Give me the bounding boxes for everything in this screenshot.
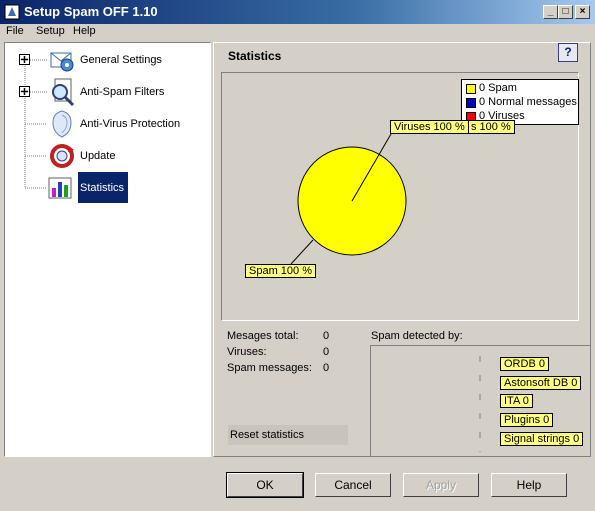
stat-value-viruses: 0 xyxy=(323,346,330,358)
stat-label-total: Mesages total: xyxy=(227,330,299,342)
detector-signal-strings: Signal strings 0 xyxy=(500,432,584,446)
cancel-button[interactable]: Cancel xyxy=(315,473,391,497)
magnifier-document-icon xyxy=(52,78,75,107)
expand-anti-spam-filters[interactable] xyxy=(19,86,30,97)
spam-detected-title: Spam detected by: xyxy=(371,330,463,342)
tree-item-statistics[interactable]: Statistics xyxy=(80,182,124,194)
stat-label-spam: Spam messages: xyxy=(227,362,312,374)
help-icon[interactable]: ? xyxy=(558,43,578,62)
expand-general-settings[interactable] xyxy=(19,54,30,65)
detector-ordb: ORDB 0 xyxy=(500,357,549,371)
stat-label-viruses: Viruses: xyxy=(227,346,267,358)
callout-spam: Spam 100 % xyxy=(245,264,316,278)
ok-button[interactable]: OK xyxy=(226,472,304,498)
window-title: Setup Spam OFF 1.10 xyxy=(24,4,158,19)
menu-bar: File Setup Help xyxy=(0,24,595,42)
reset-statistics-button[interactable]: Reset statistics xyxy=(228,425,348,445)
menu-setup[interactable]: Setup xyxy=(36,25,65,37)
detector-astonsoft-db: Astonsoft DB 0 xyxy=(500,376,582,390)
menu-file[interactable]: File xyxy=(6,25,24,37)
menu-help[interactable]: Help xyxy=(73,25,96,37)
statistics-icon xyxy=(48,177,72,199)
detector-ita: ITA 0 xyxy=(500,394,533,408)
tree-item-general-settings[interactable]: General Settings xyxy=(80,54,162,66)
close-button[interactable]: × xyxy=(575,5,590,19)
tree-lines xyxy=(24,59,47,189)
chart-legend: 0 Spam 0 Normal messages 0 Viruses xyxy=(461,79,579,125)
tree-item-update[interactable]: Update xyxy=(80,150,115,162)
setup-window: Setup Spam OFF 1.10 _ □ × File Setup Hel… xyxy=(0,0,595,511)
gear-envelope-icon xyxy=(50,52,74,72)
maximize-button[interactable]: □ xyxy=(558,5,573,19)
callout-normal: s 100 % xyxy=(467,120,515,134)
title-bar[interactable]: Setup Spam OFF 1.10 _ □ × xyxy=(0,0,595,24)
callout-line-spam xyxy=(290,239,314,265)
stat-value-spam: 0 xyxy=(323,362,330,374)
minimize-button[interactable]: _ xyxy=(543,5,558,19)
apply-button[interactable]: Apply xyxy=(403,473,479,497)
settings-tree: General Settings Anti-Spam Filters Anti-… xyxy=(4,42,211,457)
legend-entry-spam: 0 Spam xyxy=(479,82,517,94)
tree-item-anti-spam-filters[interactable]: Anti-Spam Filters xyxy=(80,86,164,98)
update-icon xyxy=(50,144,74,168)
detector-tick-marks xyxy=(479,356,481,452)
tree-item-anti-virus-protection[interactable]: Anti-Virus Protection xyxy=(80,118,180,130)
detector-plugins: Plugins 0 xyxy=(500,413,554,427)
legend-swatch-normal xyxy=(466,98,476,108)
stat-value-total: 0 xyxy=(323,330,330,342)
callout-viruses: Viruses 100 % xyxy=(390,120,469,134)
app-icon xyxy=(4,4,20,20)
page-title: Statistics xyxy=(228,49,282,63)
shield-icon xyxy=(52,110,72,138)
legend-swatch-spam xyxy=(466,84,476,94)
legend-entry-normal: 0 Normal messages xyxy=(479,96,577,108)
help-button[interactable]: Help xyxy=(491,473,567,497)
